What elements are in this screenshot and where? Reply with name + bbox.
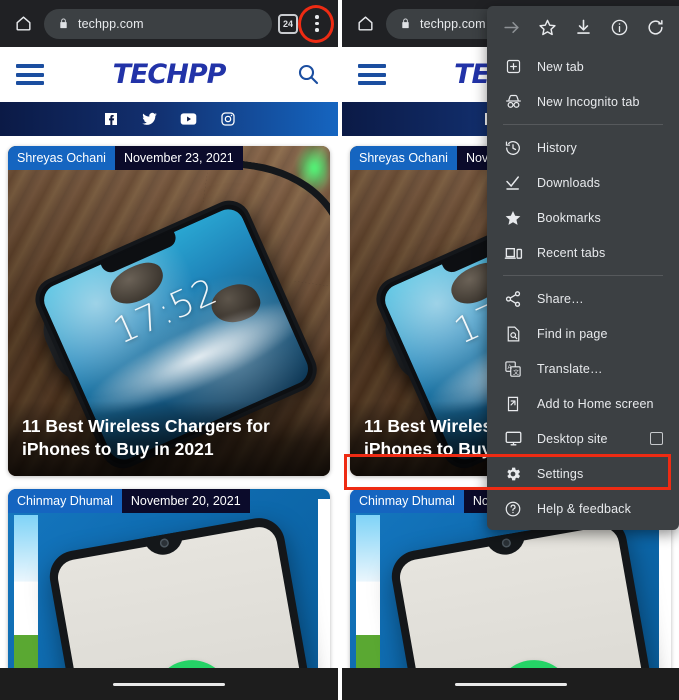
home-indicator[interactable]: [113, 683, 225, 686]
home-indicator[interactable]: [455, 683, 567, 686]
menu-item-find-in-page[interactable]: Find in page: [487, 316, 679, 351]
social-links-bar: [0, 102, 338, 136]
home-icon[interactable]: [8, 9, 38, 39]
svg-text:A: A: [507, 364, 512, 371]
menu-quick-actions: [487, 6, 679, 49]
menu-item-label: Share…: [537, 292, 584, 306]
recent-tabs-icon: [503, 243, 523, 263]
menu-item-label: Find in page: [537, 327, 608, 341]
menu-item-label: New Incognito tab: [537, 95, 640, 109]
facebook-icon[interactable]: [102, 111, 119, 128]
menu-item-bookmarks[interactable]: Bookmarks: [487, 200, 679, 235]
new-tab-icon: [503, 57, 523, 77]
menu-item-recent-tabs[interactable]: Recent tabs: [487, 235, 679, 270]
menu-item-help-feedback[interactable]: Help & feedback: [487, 491, 679, 526]
menu-item-label: Recent tabs: [537, 246, 605, 260]
article-date: November 20, 2021: [122, 489, 250, 513]
article-date: November 23, 2021: [115, 146, 243, 170]
screenshot-stage: techpp.com 24 TECHPP: [0, 0, 679, 700]
left-phone-screenshot: techpp.com 24 TECHPP: [0, 0, 338, 700]
system-navigation-bar: [342, 668, 679, 700]
lock-icon: [400, 17, 411, 30]
article-author: Chinmay Dhumal: [8, 489, 122, 513]
menu-item-translate[interactable]: A文 Translate…: [487, 351, 679, 386]
tab-counter-button[interactable]: 24: [278, 14, 298, 34]
hamburger-menu-icon[interactable]: [358, 64, 386, 85]
menu-item-share[interactable]: Share…: [487, 281, 679, 316]
article-author: Shreyas Ochani: [8, 146, 115, 170]
menu-item-settings[interactable]: Settings: [487, 456, 679, 491]
menu-separator: [503, 124, 663, 125]
menu-item-add-to-home-screen[interactable]: Add to Home screen: [487, 386, 679, 421]
twitter-icon[interactable]: [141, 111, 158, 128]
url-bar[interactable]: techpp.com: [44, 9, 272, 39]
chrome-overflow-menu: New tab New Incognito tab History Do: [487, 6, 679, 530]
browser-omnibox: techpp.com 24: [0, 0, 338, 47]
settings-gear-icon: [503, 464, 523, 484]
article-title[interactable]: 11 Best Wireless Chargers for iPhones to…: [8, 401, 330, 476]
menu-item-label: Desktop site: [537, 432, 608, 446]
menu-item-downloads[interactable]: Downloads: [487, 165, 679, 200]
article-meta: Shreyas Ochani November 23, 2021: [8, 146, 243, 170]
menu-item-history[interactable]: History: [487, 130, 679, 165]
find-in-page-icon: [503, 324, 523, 344]
article-feed: 17:52 Shreyas Ochani November 23, 2021 1…: [0, 136, 338, 689]
desktop-site-icon: [503, 429, 523, 449]
menu-item-label: Downloads: [537, 176, 600, 190]
home-icon[interactable]: [350, 9, 380, 39]
system-navigation-bar: [0, 668, 338, 700]
article-card[interactable]: Chinmay Dhumal November 20, 2021: [8, 489, 330, 689]
download-icon[interactable]: [572, 16, 594, 38]
desktop-site-checkbox[interactable]: [650, 432, 663, 445]
menu-item-new-incognito-tab[interactable]: New Incognito tab: [487, 84, 679, 119]
menu-item-new-tab[interactable]: New tab: [487, 49, 679, 84]
youtube-icon[interactable]: [180, 111, 197, 128]
menu-separator: [503, 275, 663, 276]
article-card[interactable]: 17:52 Shreyas Ochani November 23, 2021 1…: [8, 146, 330, 476]
bookmarks-star-icon: [503, 208, 523, 228]
forward-arrow-icon[interactable]: [500, 16, 522, 38]
info-icon[interactable]: [608, 16, 630, 38]
menu-item-label: Add to Home screen: [537, 397, 654, 411]
menu-item-label: Settings: [537, 467, 583, 481]
search-icon[interactable]: [296, 62, 322, 88]
article-meta: Chinmay Dhumal November 20, 2021: [8, 489, 250, 513]
history-icon: [503, 138, 523, 158]
instagram-icon[interactable]: [219, 111, 236, 128]
share-icon: [503, 289, 523, 309]
reload-icon[interactable]: [644, 16, 666, 38]
right-phone-screenshot: techpp.com TECHPP: [342, 0, 679, 700]
translate-icon: A文: [503, 359, 523, 379]
add-to-home-screen-icon: [503, 394, 523, 414]
article-author: Chinmay Dhumal: [350, 489, 464, 513]
site-header: TECHPP: [0, 47, 338, 102]
downloads-icon: [503, 173, 523, 193]
site-logo[interactable]: TECHPP: [113, 59, 226, 90]
article-image: [8, 489, 330, 689]
three-dot-menu-icon[interactable]: [304, 9, 330, 39]
hamburger-menu-icon[interactable]: [16, 64, 44, 85]
url-text: techpp.com: [78, 17, 144, 31]
url-text: techpp.com: [420, 17, 486, 31]
article-author: Shreyas Ochani: [350, 146, 457, 170]
star-icon[interactable]: [536, 16, 558, 38]
menu-item-label: Bookmarks: [537, 211, 601, 225]
menu-item-label: Help & feedback: [537, 502, 631, 516]
tab-count-value: 24: [283, 19, 293, 29]
help-icon: [503, 499, 523, 519]
menu-item-label: New tab: [537, 60, 584, 74]
lock-icon: [58, 17, 69, 30]
incognito-icon: [503, 92, 523, 112]
menu-item-desktop-site[interactable]: Desktop site: [487, 421, 679, 456]
menu-item-label: Translate…: [537, 362, 603, 376]
menu-item-label: History: [537, 141, 577, 155]
